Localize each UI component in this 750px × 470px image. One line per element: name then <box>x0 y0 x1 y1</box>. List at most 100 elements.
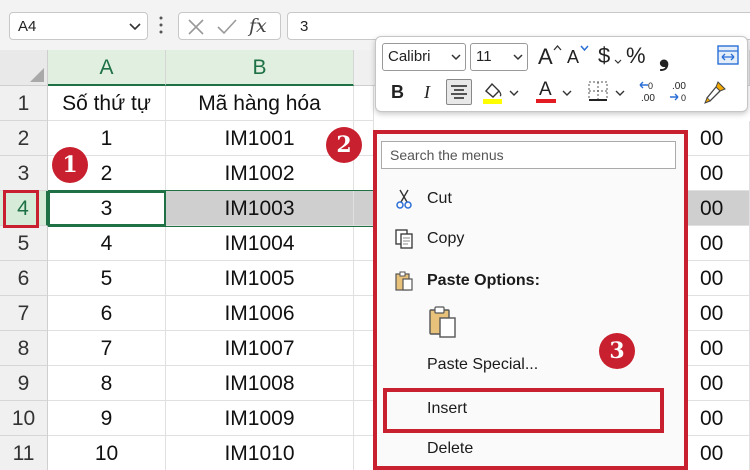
row-header-11[interactable]: 10 <box>0 401 48 436</box>
bold-button[interactable]: B <box>386 79 412 105</box>
insert-function-icon[interactable]: fx <box>249 15 267 37</box>
increase-decimal-text: .00 <box>641 93 655 104</box>
cell-right-partial[interactable]: 00 <box>688 226 750 261</box>
chevron-down-icon[interactable] <box>562 89 572 97</box>
font-color-button[interactable]: A <box>534 79 560 105</box>
fill-color-icon <box>483 82 502 104</box>
percent-button[interactable]: % <box>625 43 651 69</box>
row-header-2[interactable]: 2 <box>0 121 48 156</box>
shrink-font-icon: A <box>567 47 580 67</box>
chevron-down-icon[interactable] <box>615 89 625 97</box>
cell-b[interactable]: IM1002 <box>166 156 354 191</box>
cell-right-partial[interactable]: 00 <box>688 401 750 436</box>
row-header-5[interactable]: 5 <box>0 226 48 261</box>
borders-button[interactable] <box>586 79 612 105</box>
cell-c[interactable] <box>354 226 374 261</box>
cell-c[interactable] <box>354 296 374 331</box>
italic-button[interactable]: I <box>416 79 442 105</box>
cell-right-partial[interactable]: 00 <box>688 436 750 470</box>
format-painter-button[interactable] <box>702 79 728 105</box>
row-header-9[interactable]: 8 <box>0 331 48 366</box>
row-header-6[interactable]: 6 <box>0 261 48 296</box>
cell-b[interactable]: IM1008 <box>166 366 354 401</box>
cell-c[interactable] <box>354 366 374 401</box>
cell-b1[interactable]: Mã hàng hóa <box>166 86 354 121</box>
cell-b4-selected[interactable]: IM1003 <box>166 191 354 226</box>
italic-icon: I <box>424 82 430 102</box>
cell-a[interactable]: 4 <box>48 226 166 261</box>
grow-font-button[interactable]: A <box>536 43 562 69</box>
column-header-b[interactable]: B <box>166 50 354 86</box>
cell-right-partial[interactable]: 00 <box>688 191 750 226</box>
step-3-badge: 3 <box>599 333 635 369</box>
menu-item-paste-options: Paste Options: <box>379 264 679 298</box>
caret-up-icon <box>553 45 562 51</box>
currency-icon: $ <box>598 43 611 68</box>
increase-decimal-button[interactable]: 0 .00 <box>638 79 664 105</box>
chevron-down-icon <box>513 54 523 61</box>
cell-a[interactable]: 10 <box>48 436 166 470</box>
cell-right-partial[interactable]: 00 <box>688 296 750 331</box>
paste-options-label: Paste Options: <box>427 272 540 289</box>
cell-right-partial[interactable]: 00 <box>688 156 750 191</box>
cell-a[interactable]: 5 <box>48 261 166 296</box>
name-box-value: A4 <box>18 18 37 35</box>
cell-b[interactable]: IM1007 <box>166 331 354 366</box>
cell-c[interactable] <box>354 331 374 366</box>
cell-c[interactable] <box>354 156 374 191</box>
font-size-combo[interactable]: 11 <box>470 43 528 71</box>
borders-icon <box>588 81 608 101</box>
cell-b[interactable]: IM1004 <box>166 226 354 261</box>
enter-check-icon[interactable] <box>217 18 237 36</box>
cell-c[interactable] <box>354 436 374 470</box>
column-header-a[interactable]: A <box>48 50 166 86</box>
svg-text:0: 0 <box>681 93 686 103</box>
cell-a[interactable]: 6 <box>48 296 166 331</box>
chevron-down-icon <box>614 59 622 64</box>
row-header-3[interactable]: 3 <box>0 156 48 191</box>
format-cells-button[interactable] <box>716 43 742 69</box>
cell-right-partial[interactable]: 00 <box>688 261 750 296</box>
menu-item-copy[interactable]: Copy <box>379 222 679 256</box>
active-cell-outline <box>48 191 166 226</box>
row-header-1[interactable]: 1 <box>0 86 48 121</box>
chevron-down-icon[interactable] <box>509 89 519 97</box>
font-name-combo[interactable]: Calibri <box>382 43 466 71</box>
row-header-10[interactable]: 9 <box>0 366 48 401</box>
format-cells-icon <box>717 45 739 65</box>
paste-special-label: Paste Special... <box>427 356 539 373</box>
cell-c4-selected[interactable] <box>354 191 374 226</box>
menu-search-input[interactable]: Search the menus <box>381 141 676 169</box>
row-header-12[interactable]: 11 <box>0 436 48 470</box>
align-center-button[interactable] <box>446 79 472 105</box>
cell-b[interactable]: IM1001 <box>166 121 354 156</box>
row-header-8[interactable]: 7 <box>0 296 48 331</box>
comma-style-button[interactable]: ❟ <box>653 41 679 71</box>
cell-b[interactable]: IM1009 <box>166 401 354 436</box>
cell-a[interactable]: 9 <box>48 401 166 436</box>
menu-item-delete[interactable]: Delete <box>379 432 679 466</box>
select-all-corner[interactable] <box>0 50 48 86</box>
cell-a1[interactable]: Số thứ tự <box>48 86 166 121</box>
currency-button[interactable]: $ <box>596 43 622 69</box>
shrink-font-button[interactable]: A <box>564 43 590 69</box>
cell-right-partial[interactable]: 00 <box>688 121 750 156</box>
cell-c1[interactable] <box>354 86 374 121</box>
cell-a[interactable]: 8 <box>48 366 166 401</box>
fill-color-button[interactable] <box>480 79 506 105</box>
cell-c[interactable] <box>354 261 374 296</box>
menu-item-cut[interactable]: Cut <box>379 182 679 216</box>
cancel-icon[interactable] <box>187 18 205 36</box>
cell-c[interactable] <box>354 401 374 436</box>
cell-b[interactable]: IM1006 <box>166 296 354 331</box>
more-options-icon[interactable] <box>159 15 163 35</box>
decrease-decimal-button[interactable]: .00 0 <box>668 79 694 105</box>
cell-b[interactable]: IM1005 <box>166 261 354 296</box>
cell-right-partial[interactable]: 00 <box>688 331 750 366</box>
name-box[interactable]: A4 <box>9 12 148 40</box>
paste-clipboard-icon[interactable] <box>426 305 460 339</box>
cell-b[interactable]: IM1010 <box>166 436 354 470</box>
cell-a[interactable]: 7 <box>48 331 166 366</box>
insert-highlight-box <box>383 388 664 433</box>
cell-right-partial[interactable]: 00 <box>688 366 750 401</box>
